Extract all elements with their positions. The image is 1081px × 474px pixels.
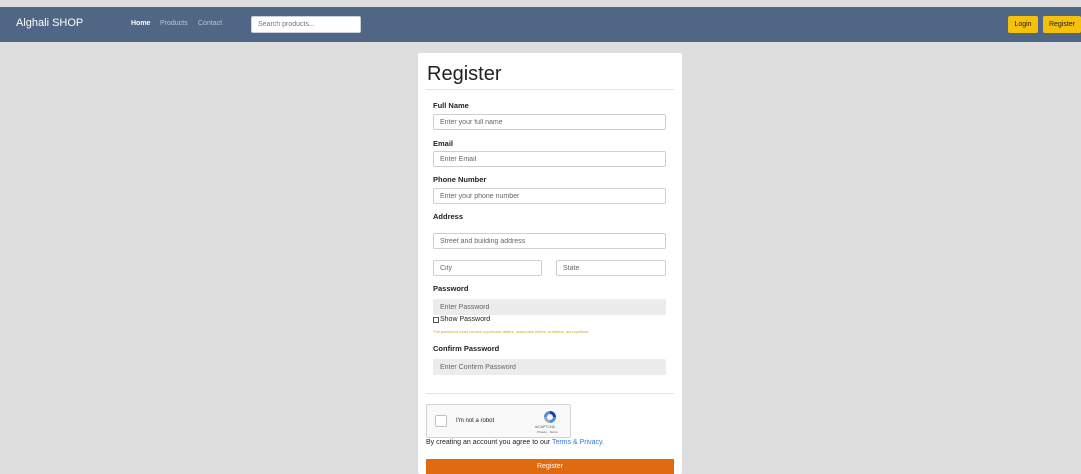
page-title: Register xyxy=(427,63,502,85)
terms-link[interactable]: Terms & Privacy. xyxy=(552,439,604,446)
brand-logo[interactable]: Alghali SHOP xyxy=(16,17,83,29)
phone-field[interactable] xyxy=(433,188,666,204)
recaptcha-checkbox[interactable] xyxy=(435,415,447,427)
state-field[interactable] xyxy=(556,260,666,276)
full-name-label: Full Name xyxy=(433,101,469,110)
email-label: Email xyxy=(433,139,454,148)
address-label: Address xyxy=(433,212,464,221)
show-password-label: Show Password xyxy=(440,316,491,323)
divider xyxy=(426,393,674,394)
register-card: Register Full Name Email Phone Number Ad… xyxy=(418,53,682,474)
recaptcha-links[interactable]: Privacy - Terms xyxy=(537,430,558,434)
password-field[interactable] xyxy=(433,299,666,315)
full-name-field[interactable] xyxy=(433,114,666,130)
show-password-checkbox[interactable] xyxy=(433,316,439,323)
nav-products[interactable]: Products xyxy=(160,20,188,27)
password-label: Password xyxy=(433,284,469,293)
terms-text: By creating an account you agree to our … xyxy=(426,439,604,446)
phone-label: Phone Number xyxy=(433,175,487,184)
confirm-password-field[interactable] xyxy=(433,359,666,375)
search-input[interactable] xyxy=(251,16,361,33)
divider xyxy=(426,89,674,90)
terms-prefix: By creating an account you agree to our xyxy=(426,439,552,446)
nav-contact[interactable]: Contact xyxy=(198,20,222,27)
register-submit-button[interactable]: Register xyxy=(426,459,674,474)
show-password-toggle[interactable]: Show Password xyxy=(433,316,490,323)
login-button[interactable]: Login xyxy=(1008,16,1038,33)
confirm-password-label: Confirm Password xyxy=(433,344,500,353)
recaptcha-brand: reCAPTCHA xyxy=(535,425,555,429)
street-field[interactable] xyxy=(433,233,666,249)
nav-home[interactable]: Home xyxy=(131,20,150,27)
recaptcha-label: I'm not a robot xyxy=(456,418,495,424)
recaptcha-widget: I'm not a robot reCAPTCHA Privacy - Term… xyxy=(426,404,571,438)
password-hint: The password must contain uppercase lett… xyxy=(433,329,589,334)
email-field[interactable] xyxy=(433,151,666,167)
recaptcha-icon xyxy=(544,411,556,423)
city-field[interactable] xyxy=(433,260,542,276)
navbar: Alghali SHOP Home Products Contact Login… xyxy=(0,7,1081,42)
register-nav-button[interactable]: Register xyxy=(1043,16,1081,33)
